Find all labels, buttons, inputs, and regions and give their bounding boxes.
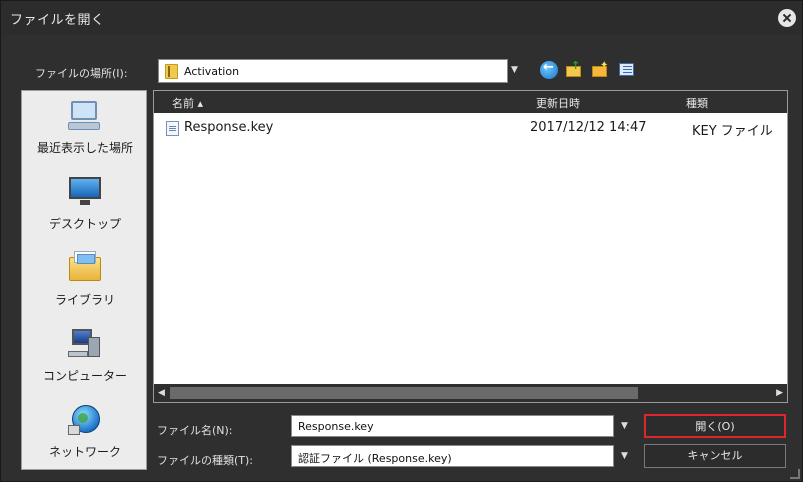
up-folder-icon[interactable]: ↑ — [565, 59, 583, 79]
resize-grip-icon[interactable] — [790, 469, 800, 479]
scroll-left-arrow-icon[interactable]: ◀ — [158, 388, 165, 398]
file-type-label: ファイルの種類(T): — [157, 454, 254, 467]
libraries-icon — [68, 251, 102, 285]
scroll-right-arrow-icon[interactable]: ▶ — [776, 388, 783, 398]
file-name-cell: Response.key — [184, 120, 274, 135]
column-header-date[interactable]: 更新日時 — [536, 95, 580, 111]
file-row[interactable]: Response.key 2017/12/12 14:47 KEY ファイル — [154, 118, 787, 139]
view-menu-icon[interactable] — [618, 61, 636, 79]
horizontal-scrollbar[interactable]: ◀ ▶ — [154, 384, 787, 402]
file-name-dropdown-arrow-icon[interactable]: ▼ — [621, 421, 628, 431]
title-bar: ファイルを開く — [1, 1, 802, 35]
place-computer[interactable]: コンピューター — [22, 319, 148, 391]
file-name-input[interactable] — [291, 415, 614, 437]
place-label: コンピューター — [42, 369, 127, 383]
place-network[interactable]: ネットワーク — [22, 395, 148, 467]
look-in-value: Activation — [184, 65, 240, 78]
place-label: デスクトップ — [48, 217, 121, 231]
cancel-button[interactable]: キャンセル — [644, 444, 786, 468]
file-open-dialog: ファイルを開く ファイルの場所(I): Activation ▼ ↑ ✦ 最近表… — [0, 0, 803, 482]
place-desktop[interactable]: デスクトップ — [22, 167, 148, 239]
file-list: 名前 ▴ 更新日時 種類 Response.key 2017/12/12 14:… — [153, 90, 788, 403]
look-in-label: ファイルの場所(I): — [35, 67, 128, 80]
recent-places-icon — [68, 99, 102, 133]
file-type-select[interactable]: 認証ファイル (Response.key) — [291, 445, 614, 467]
place-label: 最近表示した場所 — [36, 141, 133, 155]
dialog-title: ファイルを開く — [10, 13, 105, 28]
new-folder-icon[interactable]: ✦ — [591, 60, 609, 79]
place-label: ネットワーク — [48, 445, 121, 459]
file-list-header: 名前 ▴ 更新日時 種類 — [154, 91, 787, 113]
file-type-cell: KEY ファイル — [692, 124, 773, 139]
look-in-combobox[interactable]: Activation — [158, 59, 508, 83]
column-header-name[interactable]: 名前 ▴ — [172, 95, 203, 111]
look-in-dropdown-arrow-icon[interactable]: ▼ — [511, 65, 518, 75]
file-type-value: 認証ファイル (Response.key) — [298, 452, 452, 465]
column-header-type[interactable]: 種類 — [686, 95, 708, 111]
places-bar: 最近表示した場所 デスクトップ ライブラリ コンピューター ネットワーク — [21, 90, 147, 470]
file-date-cell: 2017/12/12 14:47 — [530, 120, 647, 135]
scrollbar-thumb[interactable] — [170, 387, 638, 399]
folder-icon — [165, 64, 178, 79]
file-type-dropdown-arrow-icon[interactable]: ▼ — [621, 451, 628, 461]
file-icon — [166, 121, 179, 136]
close-icon[interactable] — [778, 9, 796, 27]
network-icon — [68, 403, 102, 437]
place-recent[interactable]: 最近表示した場所 — [22, 91, 148, 163]
desktop-icon — [68, 175, 102, 209]
file-name-label: ファイル名(N): — [157, 424, 233, 437]
open-button[interactable]: 開く(O) — [644, 414, 786, 438]
place-label: ライブラリ — [54, 293, 115, 307]
back-icon[interactable] — [540, 60, 558, 79]
computer-icon — [68, 327, 102, 361]
place-libraries[interactable]: ライブラリ — [22, 243, 148, 315]
